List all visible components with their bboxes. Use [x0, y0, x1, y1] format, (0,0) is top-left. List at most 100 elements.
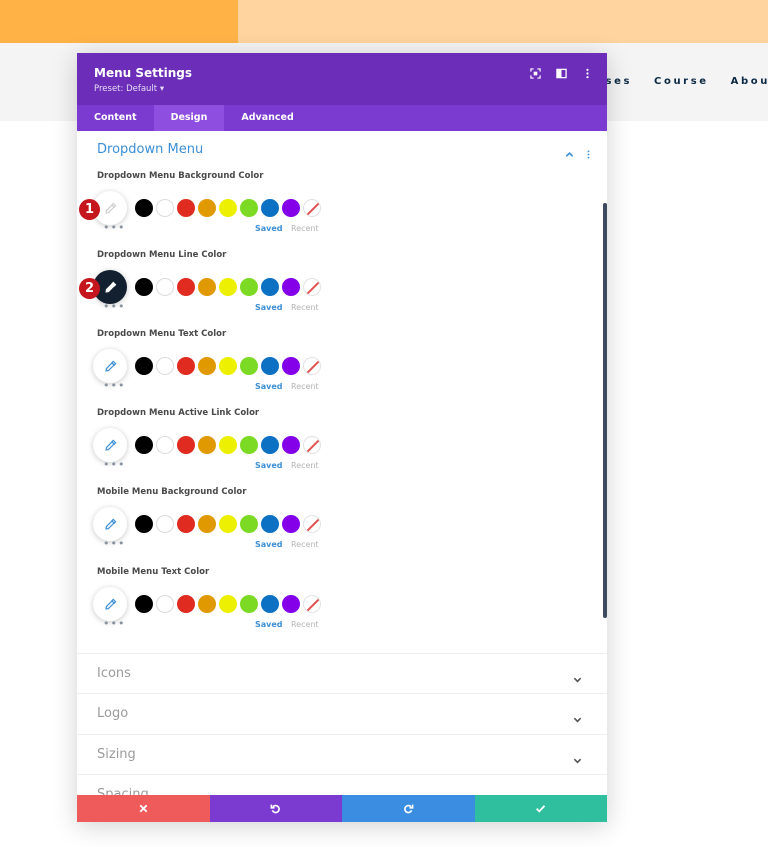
chevron-down-icon[interactable]: [573, 709, 582, 728]
more-dots-icon[interactable]: •••: [103, 618, 125, 629]
swatch-green[interactable]: [240, 436, 258, 454]
swatch-clear[interactable]: [303, 436, 321, 454]
split-view-icon[interactable]: [555, 67, 567, 79]
tab-design[interactable]: Design: [153, 105, 225, 131]
swatch-black[interactable]: [135, 515, 153, 533]
recent-tab[interactable]: Recent: [291, 461, 319, 470]
more-vertical-icon[interactable]: [581, 67, 593, 79]
swatch-black[interactable]: [135, 436, 153, 454]
swatch-black[interactable]: [135, 357, 153, 375]
chevron-up-icon[interactable]: [565, 144, 574, 163]
recent-tab[interactable]: Recent: [291, 224, 319, 233]
swatch-blue[interactable]: [261, 278, 279, 296]
site-nav-item[interactable]: About: [731, 76, 768, 87]
swatch-yellow[interactable]: [219, 436, 237, 454]
swatch-orange[interactable]: [198, 278, 216, 296]
more-vertical-icon[interactable]: [584, 144, 593, 163]
swatch-purple[interactable]: [282, 595, 300, 613]
more-dots-icon[interactable]: •••: [103, 222, 125, 233]
chevron-down-icon[interactable]: [573, 669, 582, 688]
saved-tab[interactable]: Saved: [255, 540, 283, 549]
swatch-red[interactable]: [177, 515, 195, 533]
swatch-white[interactable]: [156, 515, 174, 533]
swatch-clear[interactable]: [303, 595, 321, 613]
swatch-orange[interactable]: [198, 199, 216, 217]
more-dots-icon[interactable]: •••: [103, 538, 125, 549]
swatch-red[interactable]: [177, 595, 195, 613]
swatch-orange[interactable]: [198, 515, 216, 533]
more-dots-icon[interactable]: •••: [103, 301, 125, 312]
tab-content[interactable]: Content: [77, 105, 154, 131]
saved-tab[interactable]: Saved: [255, 382, 283, 391]
swatch-purple[interactable]: [282, 515, 300, 533]
scrollbar[interactable]: [603, 203, 607, 618]
saved-tab[interactable]: Saved: [255, 620, 283, 629]
recent-tab[interactable]: Recent: [291, 620, 319, 629]
saved-tab[interactable]: Saved: [255, 224, 283, 233]
swatch-orange[interactable]: [198, 595, 216, 613]
preset-selector[interactable]: Preset: Default ▾: [94, 84, 164, 94]
swatch-black[interactable]: [135, 278, 153, 296]
saved-tab[interactable]: Saved: [255, 303, 283, 312]
swatch-clear[interactable]: [303, 199, 321, 217]
swatch-red[interactable]: [177, 357, 195, 375]
swatch-white[interactable]: [156, 199, 174, 217]
section-title[interactable]: Dropdown Menu: [97, 142, 203, 157]
swatch-white[interactable]: [156, 436, 174, 454]
swatch-yellow[interactable]: [219, 278, 237, 296]
swatch-purple[interactable]: [282, 199, 300, 217]
recent-tab[interactable]: Recent: [291, 382, 319, 391]
section-sizing[interactable]: Sizing: [77, 734, 607, 775]
swatch-white[interactable]: [156, 595, 174, 613]
swatch-purple[interactable]: [282, 357, 300, 375]
swatch-green[interactable]: [240, 515, 258, 533]
swatch-clear[interactable]: [303, 515, 321, 533]
undo-button[interactable]: [209, 795, 342, 822]
swatch-yellow[interactable]: [219, 357, 237, 375]
section-spacing[interactable]: Spacing: [77, 774, 607, 795]
swatch-green[interactable]: [240, 278, 258, 296]
swatch-blue[interactable]: [261, 515, 279, 533]
section-icons[interactable]: Icons: [77, 653, 607, 694]
swatch-blue[interactable]: [261, 595, 279, 613]
swatch-orange[interactable]: [198, 357, 216, 375]
chevron-down-icon[interactable]: [573, 750, 582, 769]
swatch-blue[interactable]: [261, 436, 279, 454]
swatch-green[interactable]: [240, 357, 258, 375]
swatch-yellow[interactable]: [219, 595, 237, 613]
swatch-red[interactable]: [177, 436, 195, 454]
redo-button[interactable]: [342, 795, 475, 822]
recent-tab[interactable]: Recent: [291, 540, 319, 549]
swatch-black[interactable]: [135, 199, 153, 217]
swatch-green[interactable]: [240, 595, 258, 613]
swatch-purple[interactable]: [282, 278, 300, 296]
swatch-clear[interactable]: [303, 357, 321, 375]
tab-advanced[interactable]: Advanced: [224, 105, 310, 131]
swatch-blue[interactable]: [261, 199, 279, 217]
modal-header[interactable]: Menu Settings Preset: Default ▾: [77, 53, 607, 105]
swatch-yellow[interactable]: [219, 199, 237, 217]
swatch-purple[interactable]: [282, 436, 300, 454]
saved-tab[interactable]: Saved: [255, 461, 283, 470]
swatch-blue[interactable]: [261, 357, 279, 375]
swatch-clear[interactable]: [303, 278, 321, 296]
swatch-red[interactable]: [177, 199, 195, 217]
color-picker-button[interactable]: [93, 428, 127, 462]
swatch-black[interactable]: [135, 595, 153, 613]
swatch-yellow[interactable]: [219, 515, 237, 533]
more-dots-icon[interactable]: •••: [103, 380, 125, 391]
swatch-white[interactable]: [156, 278, 174, 296]
recent-tab[interactable]: Recent: [291, 303, 319, 312]
color-picker-button[interactable]: [93, 349, 127, 383]
swatch-red[interactable]: [177, 278, 195, 296]
swatch-orange[interactable]: [198, 436, 216, 454]
color-picker-button[interactable]: [93, 507, 127, 541]
site-nav-item[interactable]: Course: [654, 76, 709, 87]
cancel-button[interactable]: [77, 795, 210, 822]
save-button[interactable]: [474, 795, 607, 822]
color-picker-button[interactable]: [93, 587, 127, 621]
focus-icon[interactable]: [529, 67, 541, 79]
more-dots-icon[interactable]: •••: [103, 459, 125, 470]
section-logo[interactable]: Logo: [77, 693, 607, 734]
swatch-white[interactable]: [156, 357, 174, 375]
